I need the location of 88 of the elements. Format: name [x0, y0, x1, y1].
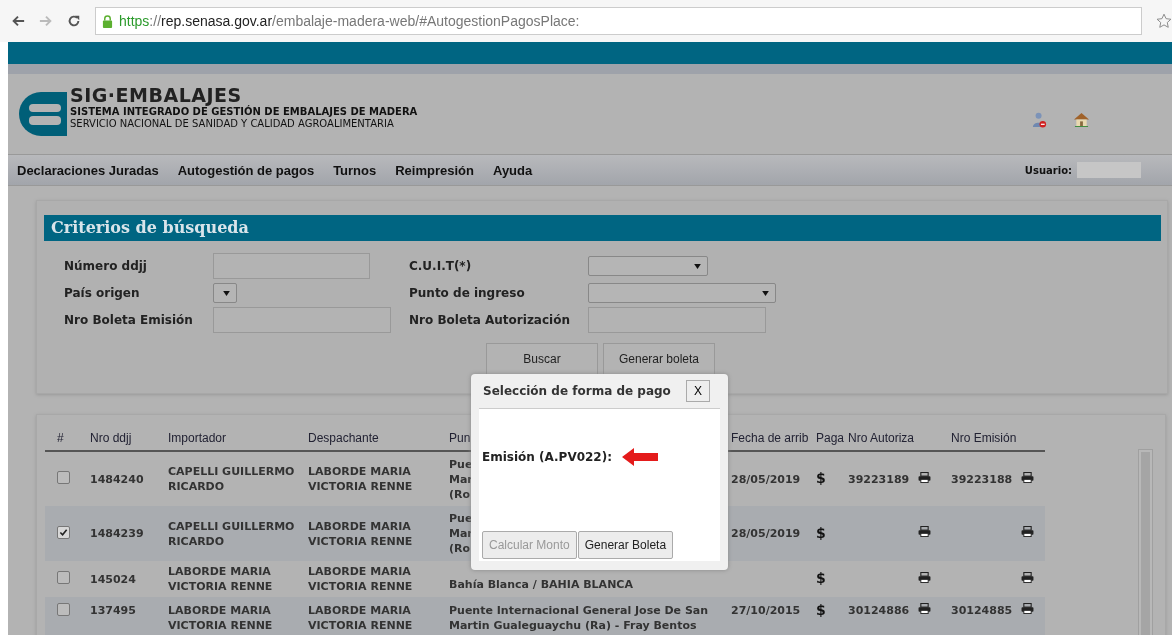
search-form-button[interactable]: Generar boleta: [603, 343, 715, 375]
row-checkbox[interactable]: [57, 470, 70, 484]
field-label: Número ddjj: [64, 259, 148, 273]
panel-title: Criterios de búsqueda: [44, 215, 1161, 241]
payment-link[interactable]: $: [816, 602, 826, 618]
menu-item[interactable]: Reimpresión: [395, 162, 474, 178]
dropdown-caret-icon: [223, 290, 230, 296]
dialog-title: Selección de forma de pago: [483, 384, 671, 398]
menu-item[interactable]: Declaraciones Juradas: [17, 162, 159, 178]
table-cell: CAPELLI GUILLERMO RICARDO: [168, 465, 295, 493]
field-label: País origen: [64, 286, 141, 300]
star-icon[interactable]: [1156, 13, 1172, 29]
payment-label: Emisión (A.PV022):: [482, 450, 612, 464]
search-form-button[interactable]: Buscar: [486, 343, 598, 375]
text-field[interactable]: [588, 307, 766, 333]
text-field[interactable]: [213, 307, 391, 333]
close-button[interactable]: X: [686, 380, 710, 402]
table-cell: 30124885: [951, 604, 1013, 617]
dropdown-field[interactable]: [588, 283, 776, 303]
field-label: C.U.I.T(*): [409, 259, 473, 273]
text-field[interactable]: [213, 253, 370, 279]
column-header: Nro Emisión: [948, 425, 1045, 451]
column-header: Paga: [813, 425, 845, 451]
field-label: Nro Boleta Autorización: [409, 313, 571, 327]
print-icon[interactable]: [918, 603, 931, 614]
dropdown-field[interactable]: [213, 283, 237, 303]
table-cell: LABORDE MARIA VICTORIA RENNE: [308, 604, 413, 632]
table-cell: Bahía Blanca / BAHIA BLANCA: [449, 578, 633, 591]
table-cell: 137495: [90, 604, 136, 617]
print-icon[interactable]: [1021, 526, 1034, 537]
row-checkbox[interactable]: [57, 570, 70, 584]
print-icon[interactable]: [1021, 571, 1034, 583]
table-cell: CAPELLI GUILLERMO RICARDO: [168, 519, 295, 548]
column-header: Nro Autoriza: [845, 425, 948, 451]
payment-link[interactable]: $: [816, 570, 826, 586]
table-cell: 28/05/2019: [731, 527, 801, 540]
table-cell: Puente Internacional General Jose De San Martin Gualeguaychu (Ra) - Fray Bentos: [449, 604, 709, 632]
scrollbar[interactable]: [1138, 449, 1153, 635]
table-cell: 39223188: [951, 472, 1013, 486]
field-label: Nro Boleta Emisión: [64, 313, 194, 327]
table-cell: Pue Mar (Ro: [449, 457, 473, 501]
table-cell: LABORDE MARIA VICTORIA RENNE: [308, 519, 413, 548]
menu-item[interactable]: Ayuda: [493, 162, 533, 178]
menu-item[interactable]: Autogestión de pagos: [177, 162, 315, 178]
table-cell: 27/10/2015: [731, 604, 801, 617]
table-cell: 145024: [90, 572, 136, 586]
column-header: Despachante: [305, 425, 446, 451]
dialog-button[interactable]: Generar Boleta: [577, 531, 674, 559]
column-header: Nro ddjj: [87, 425, 165, 451]
print-icon[interactable]: [1021, 471, 1034, 483]
column-header: #: [45, 425, 87, 451]
column-header: Importador: [165, 425, 305, 451]
payment-link[interactable]: $: [816, 470, 826, 486]
app-title: SIG·EMBALAJES: [70, 84, 242, 106]
table-cell: LABORDE MARIA VICTORIA RENNE: [308, 465, 413, 493]
table-cell: 39223189: [848, 472, 910, 486]
print-icon[interactable]: [918, 571, 931, 583]
table-cell: LABORDE MARIA VICTORIA RENNE: [168, 565, 273, 593]
logo-icon: [19, 92, 67, 136]
home-icon[interactable]: [1073, 112, 1090, 127]
user-remove-icon[interactable]: [1032, 112, 1047, 129]
table-cell: 1484239: [90, 527, 144, 540]
table-cell: Pue Mar (Ro: [449, 512, 473, 555]
dropdown-field[interactable]: [588, 256, 708, 276]
print-icon[interactable]: [918, 471, 931, 483]
arrow-icon: [622, 447, 658, 467]
dropdown-caret-icon: [762, 290, 769, 296]
row-checkbox[interactable]: [57, 603, 70, 616]
table-cell: LABORDE MARIA VICTORIA RENNE: [308, 565, 413, 593]
address-bar[interactable]: https://rep.senasa.gov.ar/embalaje-madera-web/#AutogestionPagosPlace:: [95, 7, 1142, 35]
table-cell: 28/05/2019: [731, 472, 801, 486]
back-arrow-icon[interactable]: [11, 14, 25, 28]
app-subtitle: SISTEMA INTEGRADO DE GESTIÓN DE EMBALAJES DE MADERA: [70, 106, 418, 118]
user-label: Usuario:: [1024, 164, 1072, 176]
menu-item[interactable]: Turnos: [333, 162, 377, 178]
print-icon[interactable]: [918, 526, 931, 537]
agency-name: SERVICIO NACIONAL DE SANIDAD Y CALIDAD AGROALIMENTARIA: [70, 118, 395, 130]
user-field[interactable]: [1077, 162, 1141, 178]
payment-link[interactable]: $: [816, 524, 826, 541]
lock-icon: [102, 14, 113, 28]
reload-icon[interactable]: [67, 14, 81, 28]
table-cell: LABORDE MARIA VICTORIA RENNE: [168, 604, 273, 632]
dropdown-caret-icon: [694, 263, 701, 269]
row-checkbox[interactable]: [57, 526, 70, 539]
field-label: Punto de ingreso: [409, 286, 526, 300]
table-cell: 1484240: [90, 472, 144, 486]
table-cell: 30124886: [848, 604, 910, 617]
print-icon[interactable]: [1021, 603, 1034, 614]
